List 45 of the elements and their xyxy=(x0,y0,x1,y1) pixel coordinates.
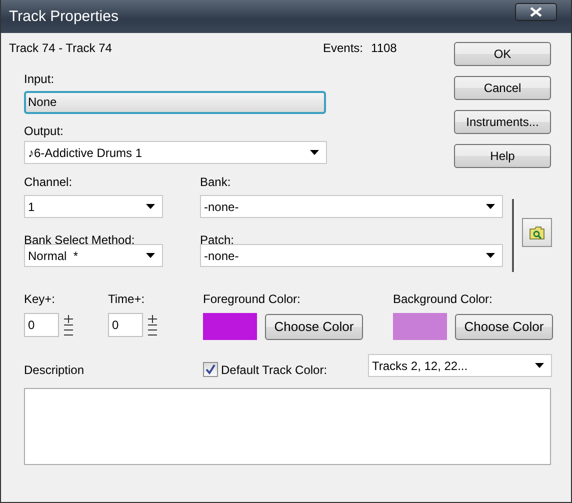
field-label: Input: xyxy=(24,72,54,86)
patch-dropdown[interactable]: -none- xyxy=(200,244,503,267)
folder-search-icon xyxy=(529,226,545,240)
field-label: Background Color: xyxy=(393,292,494,306)
spinner-icon[interactable] xyxy=(146,314,159,336)
tracks-dropdown[interactable]: Tracks 2, 12, 22... xyxy=(368,354,552,377)
field-label: Foreground Color: xyxy=(203,292,302,306)
dialog-button[interactable]: Instruments... xyxy=(454,110,551,134)
field-label: Bank: xyxy=(200,175,232,189)
dropdown-arrow-icon xyxy=(486,204,495,209)
close-button[interactable] xyxy=(515,3,557,21)
field-label: Time+: xyxy=(108,292,146,306)
events-count: 1108 xyxy=(371,41,397,56)
field-label: Channel: xyxy=(24,175,74,189)
window-title: Track Properties xyxy=(9,8,118,25)
description-field[interactable] xyxy=(24,388,551,465)
bank-method-dropdown[interactable]: Normal * xyxy=(24,244,163,267)
field-label: Patch: xyxy=(200,233,236,247)
dialog-button[interactable]: Help xyxy=(454,144,551,168)
input-dropdown[interactable]: None xyxy=(24,91,326,114)
dropdown-arrow-icon xyxy=(146,253,155,258)
close-icon xyxy=(530,7,542,17)
track-name: Track 74 - Track 74 xyxy=(9,41,113,56)
time-field[interactable]: 0 xyxy=(108,313,143,337)
checkbox-label: Default Track Color: xyxy=(221,362,328,376)
field-label: Output: xyxy=(24,124,64,138)
dropdown-arrow-icon xyxy=(486,253,495,258)
choose-color-button[interactable]: Choose Color xyxy=(455,314,553,340)
output-dropdown[interactable]: ♪6-Addictive Drums 1 xyxy=(24,141,327,164)
checkbox[interactable] xyxy=(203,362,218,377)
browse-button[interactable] xyxy=(522,218,552,247)
dropdown-arrow-icon xyxy=(310,150,319,155)
dialog-button[interactable]: OK xyxy=(454,42,551,66)
bank-dropdown[interactable]: -none- xyxy=(200,195,503,218)
dropdown-arrow-icon xyxy=(535,363,544,368)
events-label: Events: xyxy=(323,41,364,56)
spinner-icon[interactable] xyxy=(62,314,75,336)
field-label: Key+: xyxy=(24,292,56,306)
description-label: Description xyxy=(24,362,86,376)
key-field[interactable]: 0 xyxy=(24,313,59,337)
dialog-button[interactable]: Cancel xyxy=(454,76,551,100)
field-label: Bank Select Method: xyxy=(24,233,136,247)
channel-dropdown[interactable]: 1 xyxy=(24,195,163,218)
choose-color-button[interactable]: Choose Color xyxy=(265,314,363,340)
dropdown-arrow-icon xyxy=(146,204,155,209)
